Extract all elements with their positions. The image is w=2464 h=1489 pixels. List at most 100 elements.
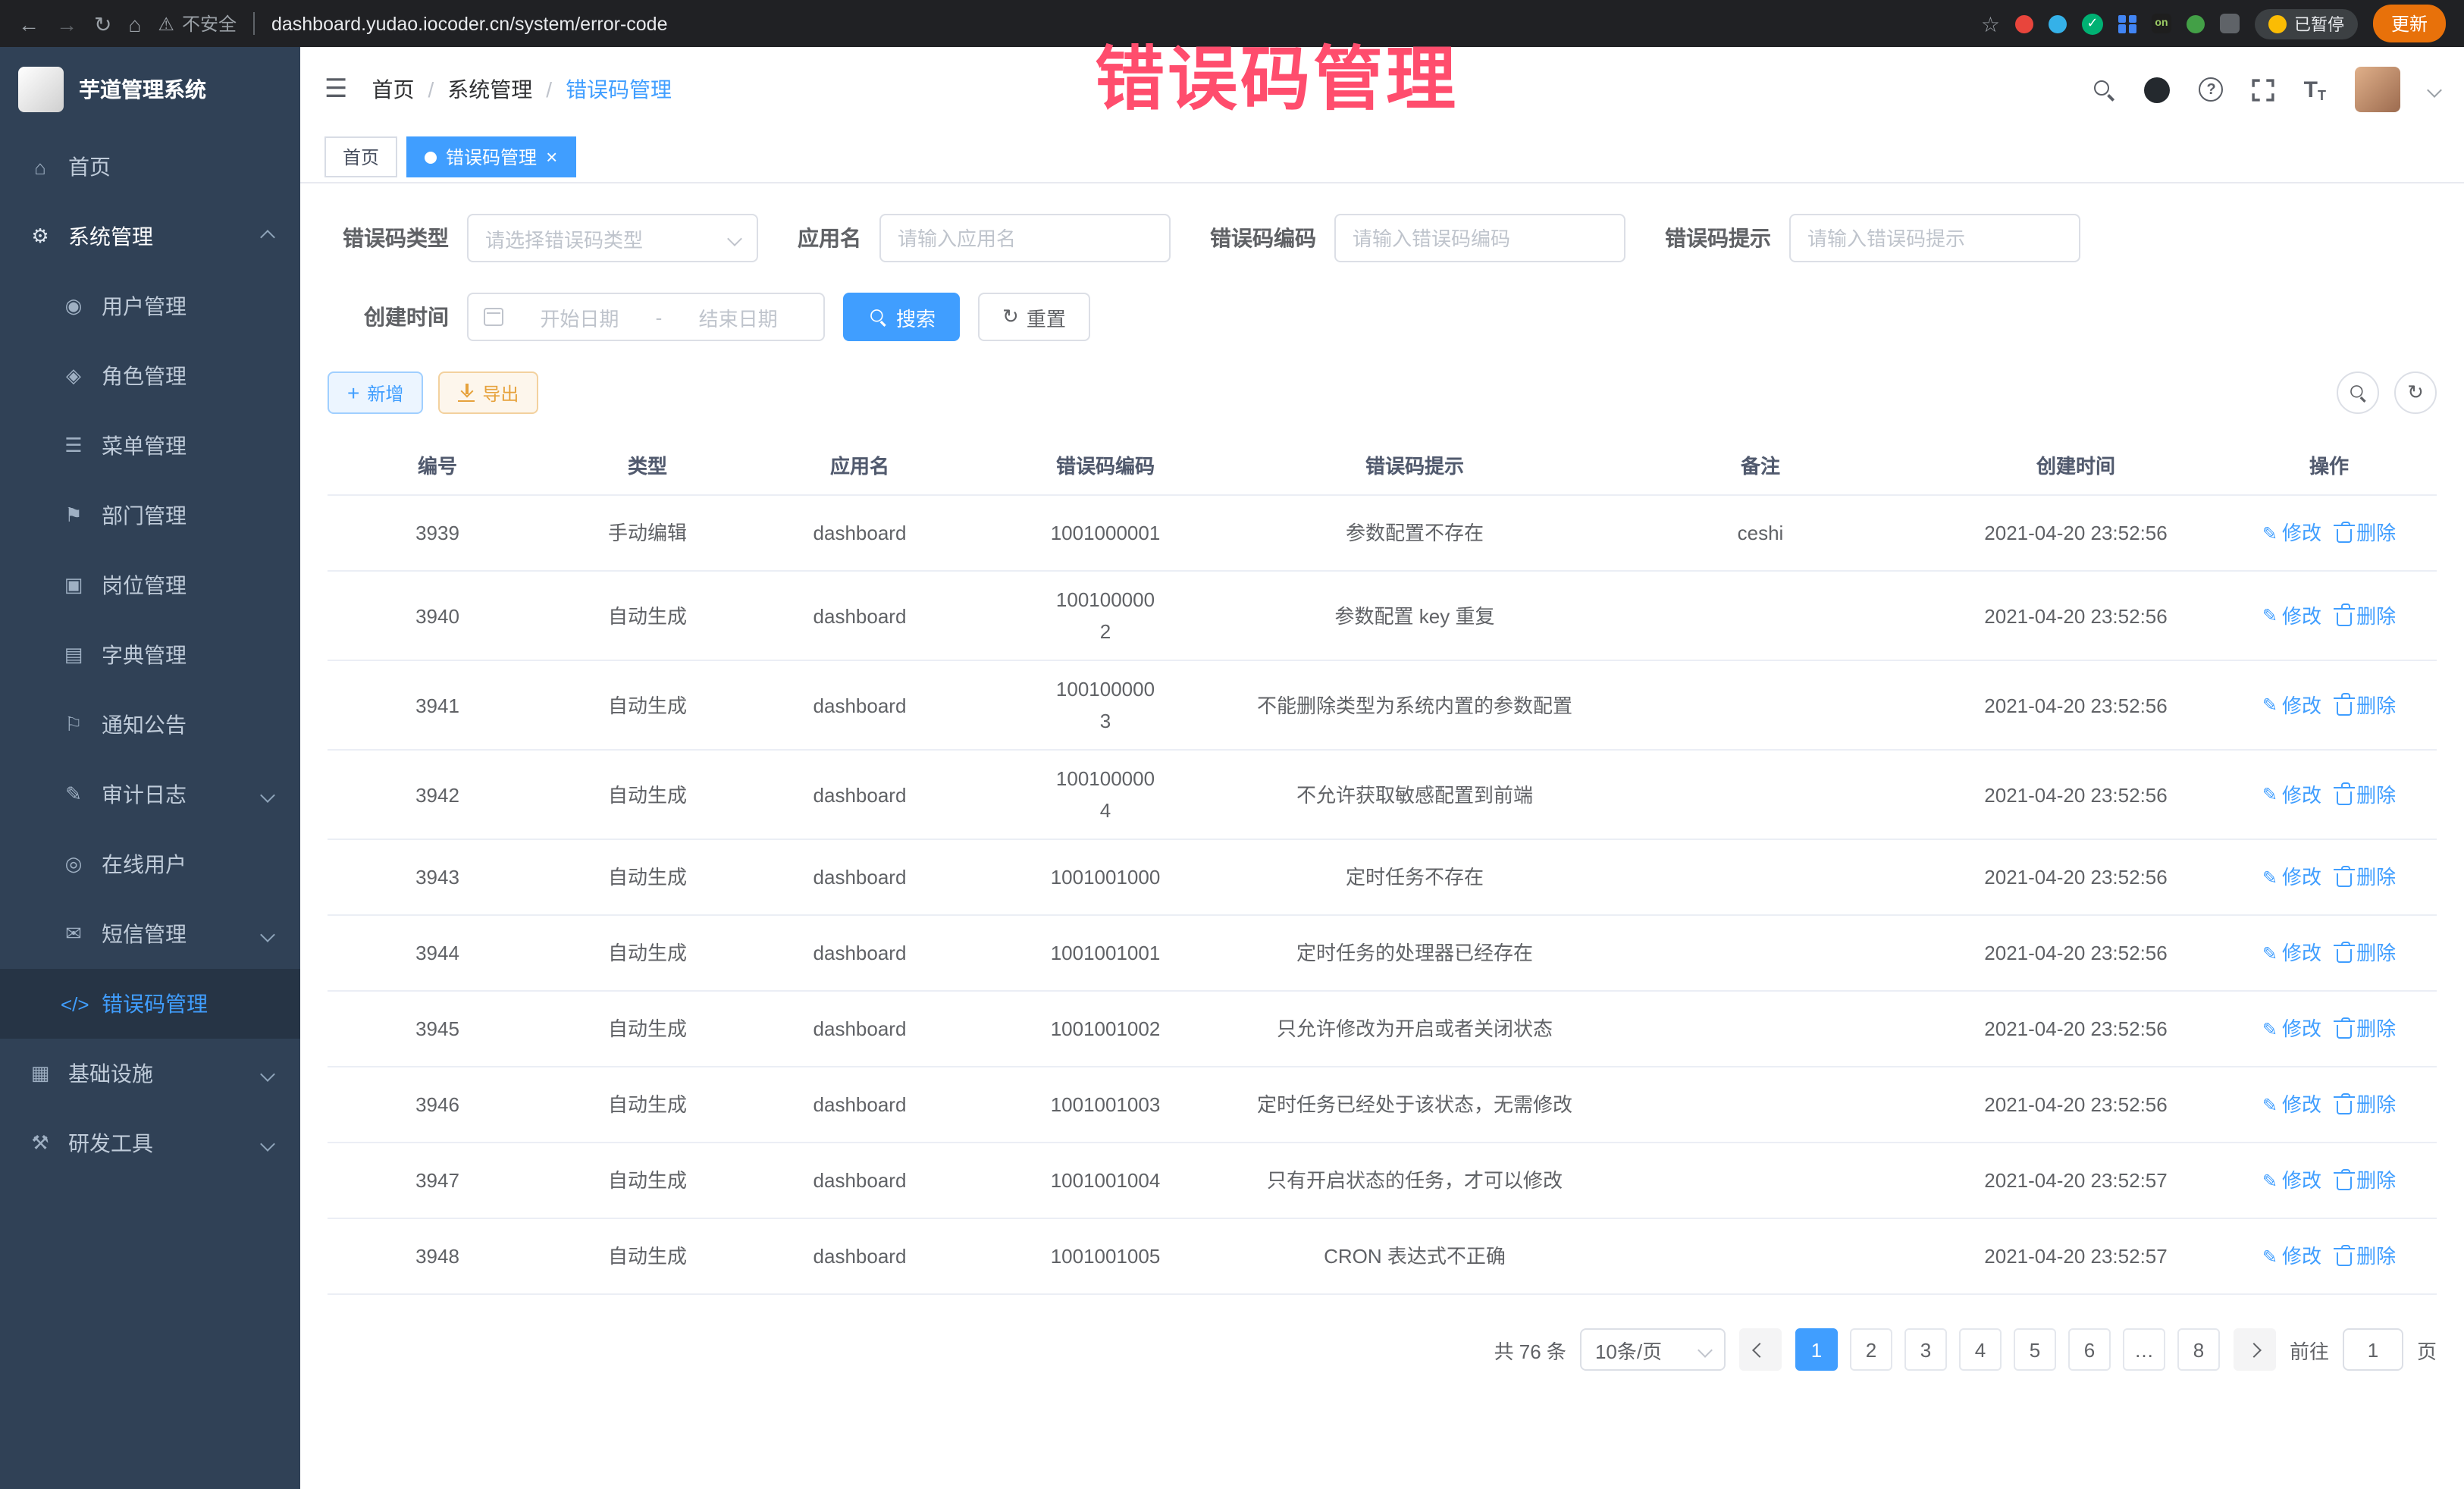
back-icon[interactable]: ← [18,13,39,34]
delete-link[interactable]: 删除 [2337,937,2396,969]
sidebar-item-sms[interactable]: ✉短信管理 [0,899,300,969]
cell-msg: 定时任务已经处于该状态，无需修改 [1239,1067,1591,1142]
security-indicator[interactable]: ⚠ 不安全 [158,11,237,36]
extension-red-icon[interactable] [2015,14,2033,33]
extensions-puzzle-icon[interactable] [2220,14,2240,33]
delete-link-label: 删除 [2356,861,2396,893]
extension-green-icon[interactable] [2187,14,2205,33]
sidebar-item-errorcode[interactable]: </>错误码管理 [0,969,300,1039]
delete-link[interactable]: 删除 [2337,1165,2396,1196]
edit-link[interactable]: ✎修改 [2262,1013,2321,1045]
fullscreen-icon[interactable] [2252,78,2275,101]
extension-check-icon[interactable]: ✓ [2082,13,2103,34]
prev-page-button[interactable] [1739,1328,1782,1371]
app-name-input[interactable] [879,214,1171,262]
edit-link[interactable]: ✎修改 [2262,600,2321,632]
tab-home[interactable]: 首页 [324,136,397,177]
delete-link[interactable]: 删除 [2337,861,2396,893]
page-button-3[interactable]: 3 [1904,1328,1947,1371]
pages-ellipsis[interactable]: … [2123,1328,2165,1371]
delete-link[interactable]: 删除 [2337,517,2396,549]
cell-code: 1001001003 [972,1067,1239,1142]
sidebar-item-home[interactable]: ⌂首页 [0,132,300,202]
export-button[interactable]: 导出 [438,371,538,414]
next-page-button[interactable] [2234,1328,2276,1371]
reload-icon[interactable]: ↻ [94,13,111,34]
sidebar-item-dept[interactable]: ⚑部门管理 [0,481,300,550]
sidebar-item-system[interactable]: ⚙系统管理 [0,202,300,271]
chevron-down-icon[interactable] [2427,82,2442,97]
page-button-8[interactable]: 8 [2177,1328,2220,1371]
user-avatar[interactable] [2355,67,2400,112]
toggle-search-button[interactable] [2337,371,2379,414]
forward-icon[interactable]: → [56,13,77,34]
edit-link[interactable]: ✎修改 [2262,937,2321,969]
error-code-input[interactable] [1334,214,1625,262]
paused-badge[interactable]: 已暂停 [2255,8,2358,39]
edit-link[interactable]: ✎修改 [2262,1089,2321,1121]
sidebar-item-dict[interactable]: ▤字典管理 [0,620,300,690]
edit-link[interactable]: ✎修改 [2262,1165,2321,1196]
close-icon[interactable]: × [546,147,557,167]
cell-msg: 定时任务不存在 [1239,840,1591,914]
dictionary-icon: ▤ [61,643,86,667]
breadcrumb-item[interactable]: 首页 [372,74,415,105]
edit-link[interactable]: ✎修改 [2262,861,2321,893]
sidebar-item-user[interactable]: ◉用户管理 [0,271,300,341]
url-bar[interactable]: dashboard.yudao.iocoder.cn/system/error-… [271,13,668,34]
create-time-range-picker[interactable]: 开始日期 - 结束日期 [467,293,825,341]
edit-link[interactable]: ✎修改 [2262,779,2321,810]
home-icon[interactable]: ⌂ [128,13,141,34]
cell-code: 100100000 2 [972,572,1239,660]
sidebar-item-notice[interactable]: ⚐通知公告 [0,690,300,760]
trash-icon [2337,791,2352,804]
sidebar-item-infra[interactable]: ▦基础设施 [0,1039,300,1108]
page-button-1[interactable]: 1 [1795,1328,1838,1371]
page-button-5[interactable]: 5 [2014,1328,2056,1371]
reset-button[interactable]: ↻ 重置 [978,293,1090,341]
page-size-select[interactable]: 10条/页 [1580,1328,1726,1371]
sidebar-item-role[interactable]: ◈角色管理 [0,341,300,411]
breadcrumb-item[interactable]: 系统管理 [447,74,532,105]
bookmark-star-icon[interactable]: ☆ [1981,13,2000,34]
font-size-icon[interactable]: TT [2304,77,2326,102]
page-button-4[interactable]: 4 [1959,1328,2002,1371]
cell-actions: ✎修改删除 [2221,1143,2437,1218]
search-icon[interactable] [2093,78,2116,101]
delete-link[interactable]: 删除 [2337,689,2396,721]
extension-blue-icon[interactable] [2049,14,2067,33]
error-type-select[interactable]: 请选择错误码类型 [467,214,758,262]
delete-link[interactable]: 删除 [2337,779,2396,810]
extension-grid-icon[interactable] [2118,14,2136,33]
sidebar-item-devtools[interactable]: ⚒研发工具 [0,1108,300,1178]
delete-link[interactable]: 删除 [2337,600,2396,632]
goto-page-input[interactable] [2343,1328,2403,1371]
delete-link[interactable]: 删除 [2337,1013,2396,1045]
sidebar-item-online[interactable]: ◎在线用户 [0,829,300,899]
delete-link[interactable]: 删除 [2337,1240,2396,1272]
tab-label: 错误码管理 [446,144,537,170]
extension-on-icon[interactable]: on [2152,14,2171,33]
error-hint-input[interactable] [1789,214,2080,262]
add-button[interactable]: + 新增 [328,371,423,414]
sidebar-item-menu[interactable]: ☰菜单管理 [0,411,300,481]
github-icon[interactable] [2145,77,2171,102]
tab-error-code[interactable]: 错误码管理 × [406,136,575,177]
app-logo-row[interactable]: 芋道管理系统 [0,47,300,132]
table-row: 3946自动生成dashboard1001001003定时任务已经处于该状态，无… [328,1067,2437,1143]
sidebar-item-post[interactable]: ▣岗位管理 [0,550,300,620]
cell-actions: ✎修改删除 [2221,992,2437,1066]
hamburger-icon[interactable]: ☰ [324,74,348,105]
delete-link[interactable]: 删除 [2337,1089,2396,1121]
breadcrumb-item[interactable]: 错误码管理 [566,74,672,105]
search-button[interactable]: 搜索 [843,293,960,341]
update-button[interactable]: 更新 [2373,5,2446,42]
edit-link[interactable]: ✎修改 [2262,1240,2321,1272]
sidebar-item-audit[interactable]: ✎审计日志 [0,760,300,829]
help-icon[interactable]: ? [2199,77,2224,102]
refresh-table-button[interactable]: ↻ [2394,371,2437,414]
page-button-2[interactable]: 2 [1850,1328,1892,1371]
edit-link[interactable]: ✎修改 [2262,517,2321,549]
edit-link[interactable]: ✎修改 [2262,689,2321,721]
page-button-6[interactable]: 6 [2068,1328,2111,1371]
